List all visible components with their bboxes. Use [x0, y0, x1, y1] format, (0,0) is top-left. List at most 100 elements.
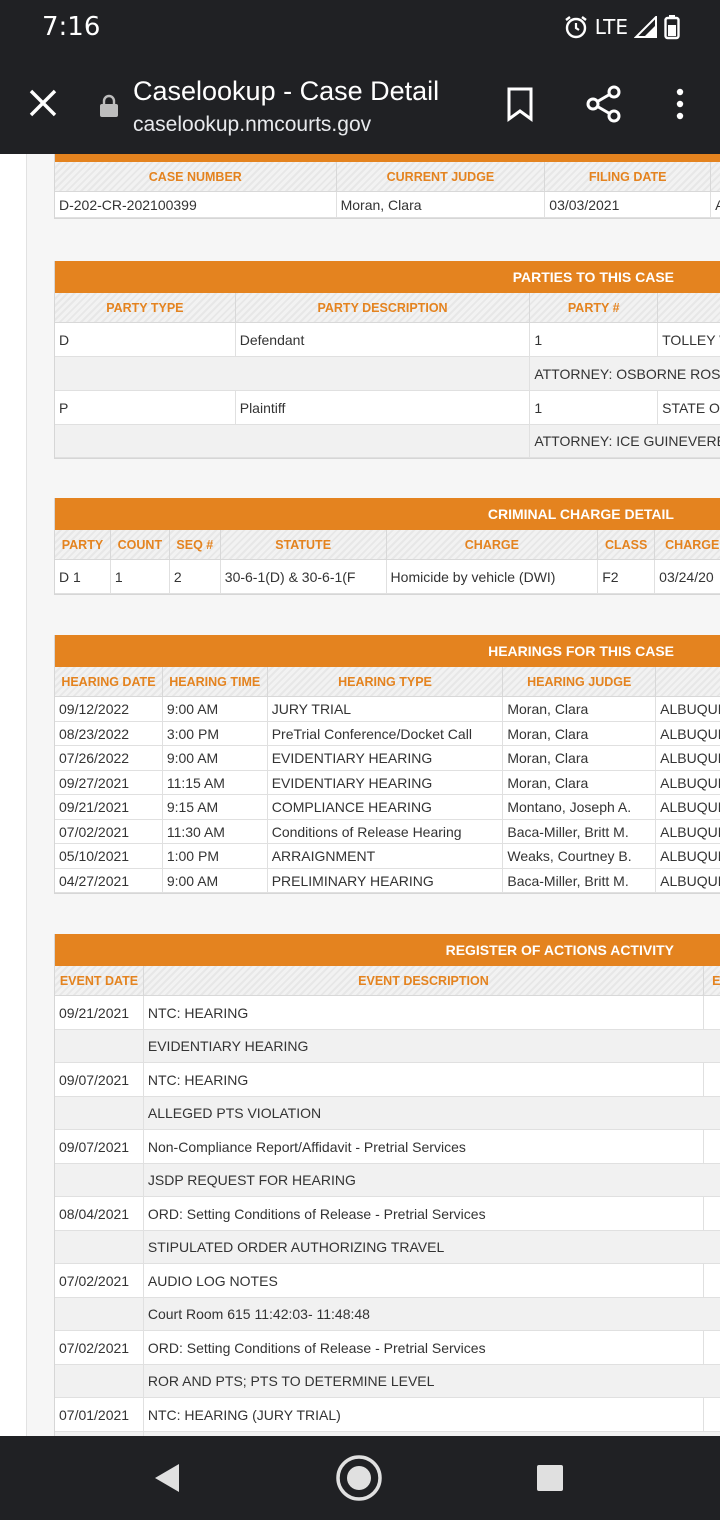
table-row: ROR AND PTS; PTS TO DETERMINE LEVEL: [55, 1365, 720, 1398]
table-row: 09/21/2021 NTC: HEARING: [55, 996, 720, 1030]
case-number: D-202-CR-202100399: [55, 192, 337, 217]
hearing-date: 08/23/2022: [55, 721, 163, 745]
column-header: PARTY #: [530, 293, 659, 322]
table-row: 07/26/2022 9:00 AM EVIDENTIARY HEARING Mora…: [55, 746, 720, 771]
charge-class: F2: [598, 560, 656, 593]
column-header: COUNT: [111, 530, 170, 559]
page-url[interactable]: caselookup.nmcourts.gov: [133, 113, 371, 137]
table-cell: [704, 1398, 720, 1431]
signal-icon: [634, 16, 657, 38]
hearing-judge: Moran, Clara: [503, 746, 657, 770]
table-row: 05/10/2021 1:00 PM ARRAIGNMENT Weaks, Court…: [55, 844, 720, 869]
share-icon[interactable]: [584, 84, 624, 124]
charge-description: Homicide by vehicle (DWI): [387, 560, 599, 593]
column-header: PARTY TYPE: [55, 293, 236, 322]
event-date: 09/07/2021: [55, 1063, 144, 1096]
hearing-judge: Baca-Miller, Britt M.: [503, 868, 657, 892]
case-summary-header-bar: [55, 154, 720, 162]
case-summary-column-headers: CASE NUMBER CURRENT JUDGE FILING DATE: [55, 162, 720, 192]
table-cell: [704, 1063, 720, 1096]
parties-column-headers: PARTY TYPE PARTY DESCRIPTION PARTY #: [55, 293, 720, 323]
column-header: E: [704, 966, 720, 995]
column-header: PARTY DESCRIPTION: [236, 293, 531, 322]
table-cell: [704, 1130, 720, 1163]
section-title: PARTIES TO THIS CASE: [55, 261, 720, 293]
party-name: STATE OF: [658, 391, 720, 424]
table-row: STIPULATED ORDER AUTHORIZING TRAVEL: [55, 1231, 720, 1264]
party-type: P: [55, 391, 236, 424]
more-menu-icon[interactable]: [660, 84, 700, 124]
hearing-type: EVIDENTIARY HEARING: [268, 770, 504, 794]
hearing-type: PreTrial Conference/Docket Call: [268, 721, 504, 745]
register-rows: 09/21/2021 NTC: HEARING EVIDENTIARY HEARIN…: [55, 996, 720, 1436]
event-date: 07/01/2021: [55, 1398, 144, 1431]
web-page[interactable]: CASE NUMBER CURRENT JUDGE FILING DATE D-…: [0, 154, 720, 1436]
event-description: Non-Compliance Report/Affidavit - Pretri…: [144, 1130, 705, 1163]
column-header: CHARGE: [387, 530, 599, 559]
table-row: ATTORNEY: OSBORNE ROSE: [55, 357, 720, 391]
party-description: Plaintiff: [236, 391, 531, 424]
column-header: HEARING TYPE: [268, 667, 504, 696]
hearing-judge: Baca-Miller, Britt M.: [503, 819, 657, 843]
column-header: [656, 667, 720, 696]
column-header: CURRENT JUDGE: [337, 162, 546, 191]
close-icon[interactable]: [26, 86, 60, 120]
table-row: Court Room 615 11:42:03- 11:48:48: [55, 1298, 720, 1331]
column-header: CHARGE: [655, 530, 720, 559]
home-icon[interactable]: [335, 1454, 383, 1502]
recents-icon[interactable]: [526, 1454, 574, 1502]
event-description: ORD: Setting Conditions of Release - Pre…: [144, 1197, 705, 1230]
section-title: CRIMINAL CHARGE DETAIL: [55, 498, 720, 530]
table-row: 08/04/2021 ORD: Setting Conditions of Rel…: [55, 1197, 720, 1231]
bookmark-icon[interactable]: [500, 84, 540, 124]
party-number: 1: [530, 391, 659, 424]
hearing-time: 11:30 AM: [163, 819, 268, 843]
column-header: [711, 162, 720, 191]
charges-table: CRIMINAL CHARGE DETAIL PARTY COUNT SEQ #…: [54, 498, 720, 595]
table-row: P Plaintiff 1 STATE OF: [55, 391, 720, 425]
table-cell: A: [711, 192, 720, 217]
table-row: ALLEGED PTS VIOLATION: [55, 1097, 720, 1130]
column-header: EVENT DATE: [55, 966, 144, 995]
event-date: 08/04/2021: [55, 1197, 144, 1230]
hearing-date: 05/10/2021: [55, 844, 163, 868]
event-description: NTC: HEARING: [144, 1063, 705, 1096]
page-title[interactable]: Caselookup - Case Detail: [133, 76, 439, 107]
table-row: 07/01/2021 NTC: HEARING (JURY TRIAL): [55, 1398, 720, 1432]
table-cell: [55, 1030, 144, 1062]
hearing-location: ALBUQUE: [656, 771, 720, 795]
table-cell: [55, 1164, 144, 1196]
table-cell: [55, 1097, 144, 1129]
hearing-type: ARRAIGNMENT: [268, 844, 504, 868]
hearing-judge: Moran, Clara: [503, 770, 657, 794]
table-row: D 1 1 2 30-6-1(D) & 30-6-1(F Homicide by…: [55, 560, 720, 594]
table-cell: [55, 1365, 144, 1397]
event-detail: Court Room 615 11:42:03- 11:48:48: [147, 1306, 370, 1322]
party-number: 1: [530, 323, 659, 356]
column-header: PARTY: [55, 530, 111, 559]
back-icon[interactable]: [143, 1454, 191, 1502]
column-header: FILING DATE: [545, 162, 712, 191]
status-bar: 7:16 LTE: [0, 0, 720, 56]
status-icons: LTE: [563, 14, 680, 40]
column-header: EVENT DESCRIPTION: [144, 966, 705, 995]
event-date: 09/07/2021: [55, 1130, 144, 1163]
table-row: 08/23/2022 3:00 PM PreTrial Conference/Doc…: [55, 721, 720, 746]
section-title: HEARINGS FOR THIS CASE: [55, 635, 720, 667]
hearing-time: 3:00 PM: [163, 721, 268, 745]
charge-date: 03/24/20: [655, 560, 720, 593]
table-cell: [55, 1231, 144, 1263]
table-cell: [704, 1197, 720, 1230]
hearing-date: 07/02/2021: [55, 819, 163, 843]
table-cell: [55, 357, 531, 390]
hearing-time: 11:15 AM: [163, 770, 268, 794]
hearing-judge: Montano, Joseph A.: [503, 795, 657, 819]
hearings-rows: 09/12/2022 9:00 AM JURY TRIAL Moran, Clara A…: [55, 697, 720, 893]
table-cell: [704, 1331, 720, 1364]
hearing-time: 9:00 AM: [163, 868, 268, 892]
filing-date: 03/03/2021: [545, 192, 712, 217]
column-header: [658, 293, 720, 322]
hearing-location: ALBUQUE: [656, 795, 720, 819]
column-header: STATUTE: [221, 530, 387, 559]
table-row: 09/27/2021 11:15 AM EVIDENTIARY HEARING Mor…: [55, 770, 720, 795]
